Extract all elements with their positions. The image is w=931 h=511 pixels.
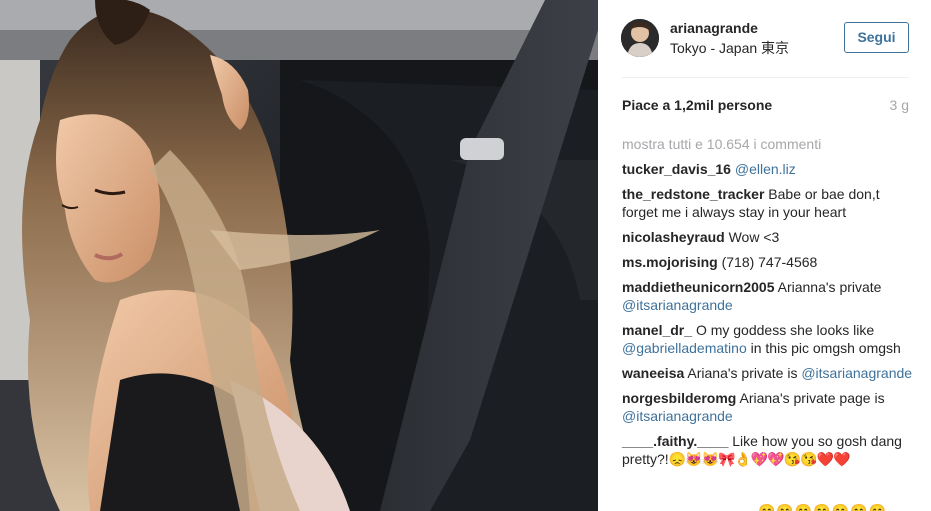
- avatar[interactable]: [621, 19, 659, 57]
- follow-button[interactable]: Segui: [844, 22, 909, 53]
- comment-item: waneeisa Ariana's private is @itsarianag…: [622, 364, 917, 382]
- comment-item: ____.faithy.____ Like how you so gosh da…: [622, 432, 917, 468]
- comment-username[interactable]: waneeisa: [622, 365, 684, 381]
- comment-mention[interactable]: @gabrielladematino: [622, 340, 747, 356]
- divider: [622, 77, 909, 78]
- comment-mention[interactable]: @itsarianagrande: [622, 297, 733, 313]
- comment-mention[interactable]: @itsarianagrande: [622, 408, 733, 424]
- comment-text: (718) 747-4568: [721, 254, 818, 270]
- comment-item: the_redstone_tracker Babe or bae don,t f…: [622, 185, 917, 221]
- comment-item: nicolasheyraud Wow <3: [622, 228, 917, 246]
- comment-mention[interactable]: @ellen.liz: [735, 161, 796, 177]
- next-comment-emoji-preview: 😊😊😊😊😊😊😊: [758, 503, 888, 511]
- comment-text: in this pic omgsh omgsh: [750, 340, 901, 356]
- likes-count[interactable]: Piace a 1,2mil persone: [622, 97, 772, 113]
- comment-username[interactable]: ____.faithy.____: [622, 433, 728, 449]
- avatar-image: [621, 19, 659, 57]
- comment-text: Ariana's private page is: [739, 390, 885, 406]
- post-photo[interactable]: [0, 0, 598, 511]
- comment-username[interactable]: nicolasheyraud: [622, 229, 725, 245]
- comment-item: maddietheunicorn2005 Arianna's private @…: [622, 278, 917, 314]
- comment-username[interactable]: tucker_davis_16: [622, 161, 731, 177]
- comment-username[interactable]: the_redstone_tracker: [622, 186, 764, 202]
- location[interactable]: Tokyo - Japan 東京: [670, 38, 789, 58]
- comment-mention[interactable]: @itsarianagrande: [801, 365, 912, 381]
- post-sidebar: arianagrande Tokyo - Japan 東京 Segui Piac…: [598, 0, 931, 511]
- comment-item: ms.mojorising (718) 747-4568: [622, 253, 917, 271]
- comment-text: Wow <3: [728, 229, 780, 245]
- post-image: [0, 0, 598, 511]
- comment-username[interactable]: maddietheunicorn2005: [622, 279, 775, 295]
- comment-text: Arianna's private: [777, 279, 882, 295]
- post-header: arianagrande Tokyo - Japan 東京 Segui: [598, 0, 931, 78]
- show-all-comments-link[interactable]: mostra tutti e 10.654 i commenti: [622, 135, 917, 153]
- comment-text: O my goddess she looks like: [695, 322, 875, 338]
- post-time[interactable]: 3 g: [890, 97, 909, 113]
- comment-item: tucker_davis_16 @ellen.liz: [622, 160, 917, 178]
- comment-username[interactable]: ms.mojorising: [622, 254, 718, 270]
- comment-item: manel_dr_ O my goddess she looks like @g…: [622, 321, 917, 357]
- comment-item: norgesbilderomg Ariana's private page is…: [622, 389, 917, 425]
- username[interactable]: arianagrande: [670, 20, 758, 36]
- comment-emoji: 😞😻😻🎀👌💖💖😘😘❤️❤️: [668, 451, 851, 467]
- comments-list: mostra tutti e 10.654 i commenti tucker_…: [622, 135, 917, 475]
- comment-text: Ariana's private is: [687, 365, 798, 381]
- comment-username[interactable]: norgesbilderomg: [622, 390, 736, 406]
- comment-username[interactable]: manel_dr_: [622, 322, 692, 338]
